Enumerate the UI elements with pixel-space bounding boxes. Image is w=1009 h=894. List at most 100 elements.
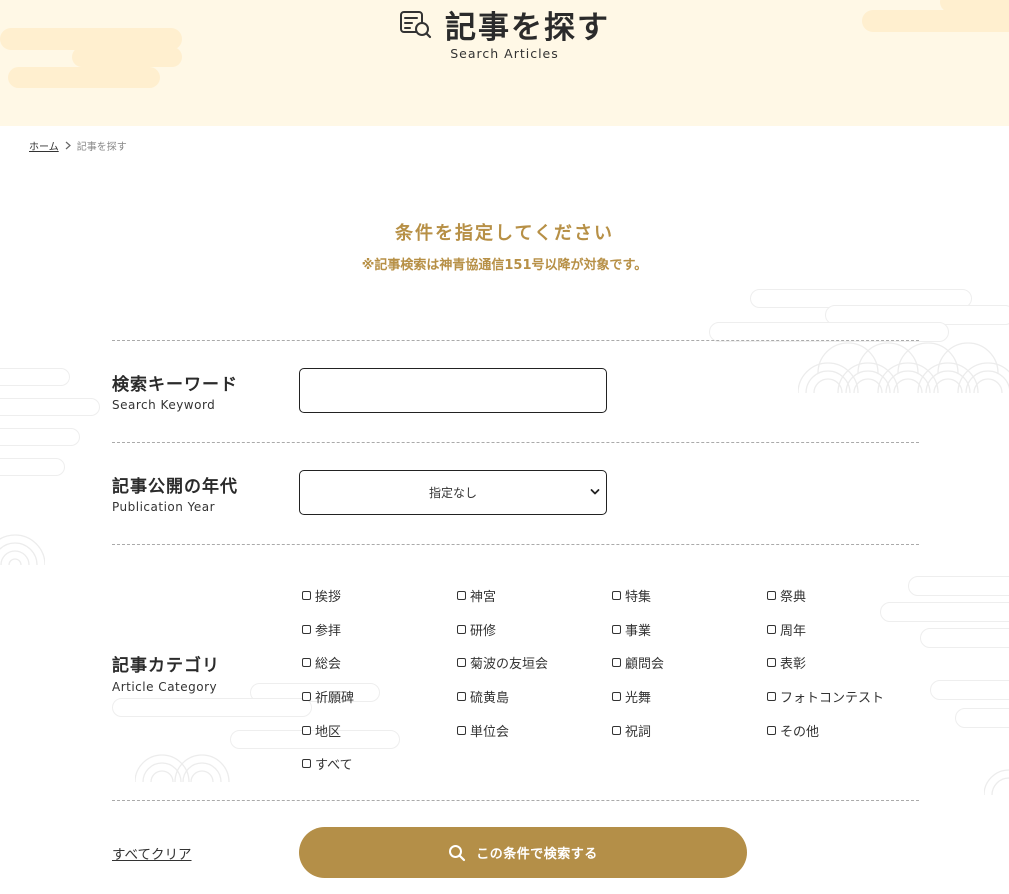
checkbox[interactable]	[302, 624, 311, 634]
page-hero: 記事を探す Search Articles	[0, 0, 1009, 126]
category-checkbox-label: 地区	[315, 724, 342, 740]
checkbox[interactable]	[302, 691, 311, 701]
conditions-title: 条件を指定してください	[395, 223, 614, 244]
checkbox[interactable]	[612, 657, 621, 667]
checkbox[interactable]	[767, 691, 776, 701]
wave-pattern-decoration	[798, 342, 1009, 393]
checkbox[interactable]	[457, 590, 466, 600]
category-checkbox-label: 総会	[315, 656, 342, 672]
category-checkbox[interactable]: 菊波の友垣会	[457, 653, 549, 672]
category-checkbox[interactable]: 祝詞	[612, 721, 652, 740]
checkbox[interactable]	[612, 624, 621, 634]
checkbox[interactable]	[767, 725, 776, 735]
chevron-down-icon	[590, 487, 600, 497]
category-checkbox[interactable]: 顧問会	[612, 653, 665, 672]
checkbox[interactable]	[612, 691, 621, 701]
checkbox[interactable]	[457, 624, 466, 634]
cloud-line-decoration	[880, 602, 1009, 622]
conditions-note: ※記事検索は神青協通信151号以降が対象です。	[361, 258, 648, 273]
category-checkbox[interactable]: 事業	[612, 620, 651, 639]
category-checkbox[interactable]: 総会	[302, 653, 342, 672]
category-checkbox-label: 顧問会	[625, 656, 665, 672]
category-checkbox[interactable]: 挨拶	[302, 586, 342, 605]
category-label-en: Article Category	[112, 680, 218, 694]
category-checkbox-label: 参拝	[315, 623, 342, 639]
keyword-label: 検索キーワード	[112, 375, 238, 395]
category-checkbox[interactable]: 祈願碑	[302, 687, 355, 706]
category-checkbox[interactable]: 地区	[302, 721, 342, 740]
category-checkbox[interactable]: 特集	[612, 586, 652, 605]
search-keyword-input[interactable]	[299, 368, 607, 413]
category-checkbox[interactable]: フォトコンテスト	[767, 687, 885, 706]
search-submit-label: この条件で検索する	[476, 847, 598, 862]
category-checkbox-label: すべて	[315, 757, 353, 773]
checkbox[interactable]	[612, 725, 621, 735]
checkbox[interactable]	[457, 657, 466, 667]
checkbox[interactable]	[302, 590, 311, 600]
checkbox[interactable]	[767, 590, 776, 600]
hero-cloud-decoration	[8, 67, 160, 88]
checkbox[interactable]	[457, 725, 466, 735]
breadcrumb: ホーム 記事を探す	[29, 138, 127, 153]
category-checkbox-label: 光舞	[625, 690, 652, 706]
category-checkbox-label: 菊波の友垣会	[470, 656, 549, 672]
cloud-line-decoration	[930, 680, 1009, 700]
category-checkbox[interactable]: 単位会	[457, 721, 509, 740]
article-search-icon	[399, 8, 433, 42]
search-submit-button[interactable]: この条件で検索する	[299, 827, 747, 878]
cloud-line-decoration	[908, 576, 1009, 596]
breadcrumb-home-link[interactable]: ホーム	[29, 138, 59, 153]
category-checkbox[interactable]: すべて	[302, 754, 353, 773]
checkbox[interactable]	[457, 691, 466, 701]
category-checkbox[interactable]: 光舞	[612, 687, 652, 706]
clear-all-link[interactable]: すべてクリア	[112, 843, 192, 863]
category-checkbox-label: 周年	[780, 623, 807, 639]
category-checkbox[interactable]: 硫黄島	[457, 687, 509, 706]
category-checkbox-label: 祈願碑	[315, 690, 355, 706]
search-icon	[448, 844, 466, 862]
breadcrumb-current: 記事を探す	[76, 142, 127, 153]
wave-pattern-decoration	[0, 534, 45, 565]
category-checkbox[interactable]: 表彰	[767, 653, 807, 672]
category-checkbox-label: フォトコンテスト	[780, 690, 885, 706]
page-title: 記事を探す	[445, 10, 610, 46]
category-checkbox[interactable]: その他	[767, 721, 820, 740]
publication-year-value: 指定なし	[428, 486, 477, 500]
cloud-line-decoration	[955, 708, 1009, 728]
checkbox[interactable]	[302, 657, 311, 667]
chevron-right-icon	[65, 141, 71, 150]
cloud-line-decoration	[920, 628, 1009, 648]
year-label: 記事公開の年代	[112, 477, 238, 497]
keyword-label-en: Search Keyword	[112, 398, 216, 412]
category-checkbox[interactable]: 研修	[457, 620, 497, 639]
hero-title-row: 記事を探す	[0, 2, 1009, 47]
form-divider	[112, 442, 919, 443]
category-label: 記事カテゴリ	[112, 656, 220, 676]
category-checkbox-label: 神宮	[470, 589, 497, 605]
category-checkbox[interactable]: 参拝	[302, 620, 342, 639]
form-divider	[112, 544, 919, 545]
checkbox[interactable]	[302, 725, 311, 735]
category-checkbox-label: 表彰	[780, 656, 807, 672]
checkbox[interactable]	[302, 758, 311, 768]
category-checkbox-label: 挨拶	[315, 589, 342, 605]
category-checkbox-label: その他	[780, 724, 820, 740]
category-checkbox[interactable]: 神宮	[457, 586, 497, 605]
year-label-en: Publication Year	[112, 500, 216, 514]
cloud-line-decoration	[0, 428, 80, 446]
cloud-line-decoration	[0, 458, 65, 476]
checkbox[interactable]	[612, 590, 621, 600]
checkbox[interactable]	[767, 624, 776, 634]
category-checkbox[interactable]: 周年	[767, 620, 807, 639]
category-checkbox[interactable]: 祭典	[767, 586, 807, 605]
form-divider	[112, 340, 919, 341]
category-checkbox-label: 祭典	[780, 589, 807, 605]
category-checkbox-label: 研修	[470, 623, 497, 639]
checkbox[interactable]	[767, 657, 776, 667]
category-checkbox-label: 特集	[625, 589, 652, 605]
cloud-line-decoration	[112, 698, 312, 717]
category-checkbox-label: 祝詞	[625, 724, 652, 740]
publication-year-select[interactable]: 指定なし	[299, 470, 607, 515]
wave-pattern-decoration	[135, 754, 230, 782]
cloud-line-decoration	[0, 398, 100, 416]
